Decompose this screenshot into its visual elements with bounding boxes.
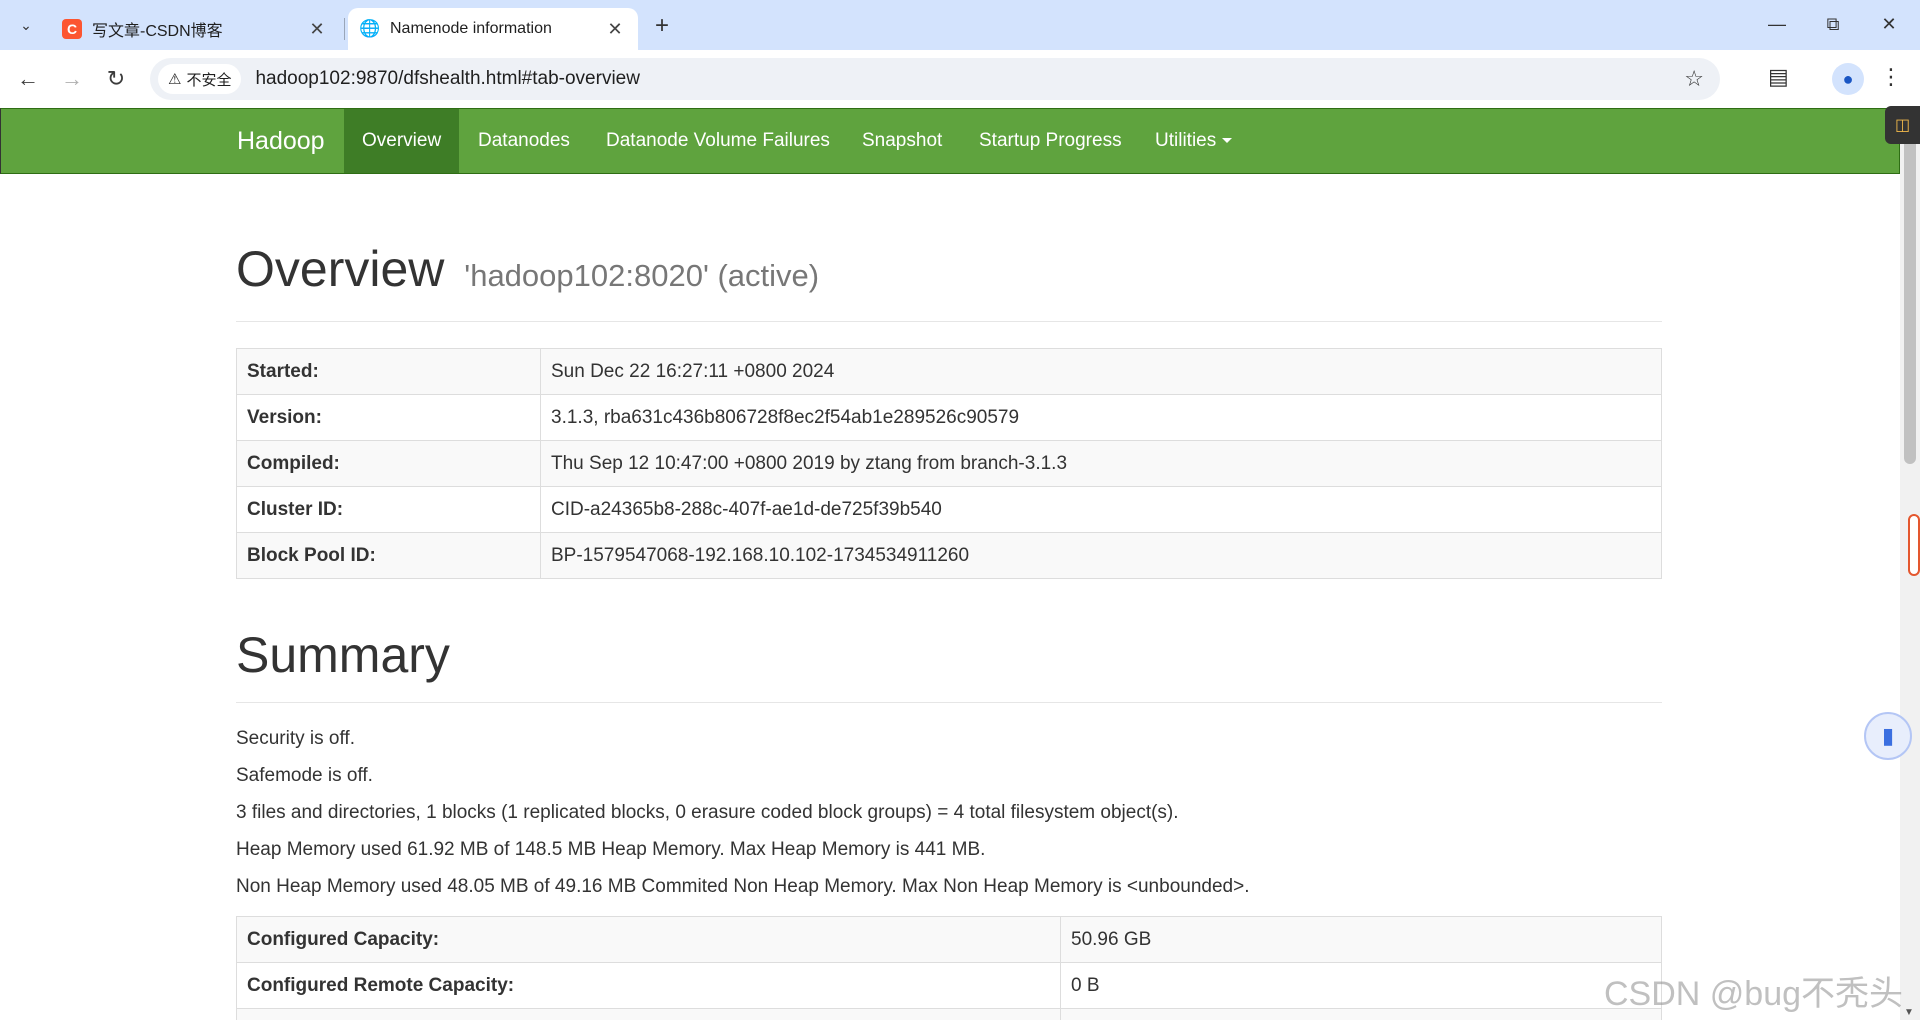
row-value: Sun Dec 22 16:27:11 +0800 2024 — [540, 348, 1662, 395]
nav-utilities-label: Utilities — [1155, 130, 1217, 151]
row-value: BP-1579547068-192.168.10.102-17345349112… — [540, 532, 1662, 579]
nav-datanodes[interactable]: Datanodes — [460, 109, 588, 173]
bookmark-star-icon[interactable]: ☆ — [1684, 66, 1704, 92]
floating-helper-icon[interactable]: ▮ — [1864, 712, 1912, 760]
warning-icon: ⚠ — [168, 71, 182, 88]
nav-startup-progress[interactable]: Startup Progress — [961, 109, 1140, 173]
summary-line: Non Heap Memory used 48.05 MB of 49.16 M… — [236, 876, 1250, 897]
nav-datanode-volume-failures[interactable]: Datanode Volume Failures — [588, 109, 848, 173]
url-text[interactable]: hadoop102:9870/dfshealth.html#tab-overvi… — [255, 68, 640, 90]
hadoop-navbar: Hadoop Overview Datanodes Datanode Volum… — [0, 108, 1900, 174]
watermark: CSDN @bug不秃头 — [1604, 975, 1904, 1013]
close-icon[interactable]: ✕ — [306, 18, 328, 40]
row-value: CID-a24365b8-288c-407f-ae1d-de725f39b540 — [540, 486, 1662, 533]
row-key: Cluster ID: — [236, 486, 541, 533]
overview-heading: Overview 'hadoop102:8020' (active) — [236, 240, 819, 298]
divider — [236, 702, 1662, 703]
summary-line: Safemode is off. — [236, 765, 373, 786]
table-row: Configured Remote Capacity: 0 B — [236, 962, 1662, 1009]
security-label: 不安全 — [186, 71, 232, 89]
scrollbar-thumb[interactable] — [1904, 118, 1916, 464]
csdn-icon: C — [62, 19, 82, 39]
close-icon[interactable]: ✕ — [604, 18, 626, 40]
security-chip[interactable]: ⚠ 不安全 — [158, 64, 242, 94]
table-row: Started: Sun Dec 22 16:27:11 +0800 2024 — [236, 348, 1662, 395]
tab-search-chevron-icon[interactable]: ⌄ — [10, 9, 42, 41]
overview-table: Started: Sun Dec 22 16:27:11 +0800 2024 V… — [236, 348, 1662, 579]
nav-utilities[interactable]: Utilities — [1137, 109, 1250, 173]
address-bar[interactable]: ⚠ 不安全 hadoop102:9870/dfshealth.html#tab-… — [150, 58, 1720, 100]
new-tab-plus-icon[interactable]: + — [648, 12, 676, 40]
summary-line: 3 files and directories, 1 blocks (1 rep… — [236, 802, 1179, 823]
tab-namenode[interactable]: 🌐 Namenode information ✕ — [348, 8, 638, 50]
overview-subtitle: 'hadoop102:8020' (active) — [464, 258, 820, 293]
row-key: Compiled: — [236, 440, 541, 487]
restore-icon[interactable]: ⧉ — [1810, 6, 1856, 42]
summary-line: Heap Memory used 61.92 MB of 148.5 MB He… — [236, 839, 986, 860]
row-value: Thu Sep 12 10:47:00 +0800 2019 by ztang … — [540, 440, 1662, 487]
table-row: Cluster ID: CID-a24365b8-288c-407f-ae1d-d… — [236, 486, 1662, 533]
globe-icon: 🌐 — [359, 19, 381, 38]
nav-snapshot[interactable]: Snapshot — [844, 109, 960, 173]
page-viewport: Hadoop Overview Datanodes Datanode Volum… — [0, 108, 1900, 1020]
summary-line: Security is off. — [236, 728, 355, 749]
table-row — [236, 1008, 1662, 1020]
nav-overview[interactable]: Overview — [344, 109, 460, 173]
row-value: 0 B — [1060, 962, 1662, 1009]
browser-toolbar: ← → ↻ ⚠ 不安全 hadoop102:9870/dfshealth.htm… — [0, 50, 1920, 108]
row-key: Configured Capacity: — [236, 916, 1061, 963]
back-arrow-icon[interactable]: ← — [12, 63, 44, 95]
tab-csdn[interactable]: C 写文章-CSDN博客 ✕ — [50, 8, 340, 50]
profile-avatar-icon[interactable]: ● — [1832, 63, 1864, 95]
tab-title: 写文章-CSDN博客 — [92, 23, 223, 40]
caret-down-icon — [1222, 138, 1233, 144]
row-key: Configured Remote Capacity: — [236, 962, 1061, 1009]
row-value: 3.1.3, rba631c436b806728f8ec2f54ab1e2895… — [540, 394, 1662, 441]
table-row: Compiled: Thu Sep 12 10:47:00 +0800 2019 … — [236, 440, 1662, 487]
scroll-down-arrow-icon[interactable]: ▼ — [1904, 1007, 1914, 1018]
row-value: 50.96 GB — [1060, 916, 1662, 963]
summary-heading: Summary — [236, 627, 450, 683]
kebab-menu-icon[interactable]: ⋮ — [1880, 64, 1902, 90]
extensions-puzzle-icon[interactable]: ▤ — [1768, 64, 1789, 90]
table-row: Version: 3.1.3, rba631c436b806728f8ec2f54… — [236, 394, 1662, 441]
window-close-icon[interactable]: ✕ — [1866, 6, 1912, 42]
navbar-brand[interactable]: Hadoop — [237, 109, 325, 173]
row-key: Started: — [236, 348, 541, 395]
row-value — [1060, 1008, 1662, 1020]
capacity-table: Configured Capacity: 50.96 GB Configured … — [236, 916, 1662, 1020]
divider — [236, 321, 1662, 322]
side-gauge — [1908, 514, 1920, 576]
forward-arrow-icon[interactable]: → — [56, 63, 88, 95]
overview-title: Overview — [236, 241, 445, 297]
tab-divider — [344, 18, 345, 40]
table-row: Configured Capacity: 50.96 GB — [236, 916, 1662, 963]
table-row: Block Pool ID: BP-1579547068-192.168.10.1… — [236, 532, 1662, 579]
reload-icon[interactable]: ↻ — [100, 63, 132, 95]
side-extension-cup-icon[interactable]: ◫ — [1885, 106, 1920, 144]
minimize-icon[interactable]: — — [1754, 6, 1800, 42]
row-key — [236, 1008, 1061, 1020]
tab-title: Namenode information — [390, 20, 552, 37]
tab-strip: ⌄ C 写文章-CSDN博客 ✕ 🌐 Namenode information … — [0, 0, 1920, 50]
row-key: Block Pool ID: — [236, 532, 541, 579]
row-key: Version: — [236, 394, 541, 441]
